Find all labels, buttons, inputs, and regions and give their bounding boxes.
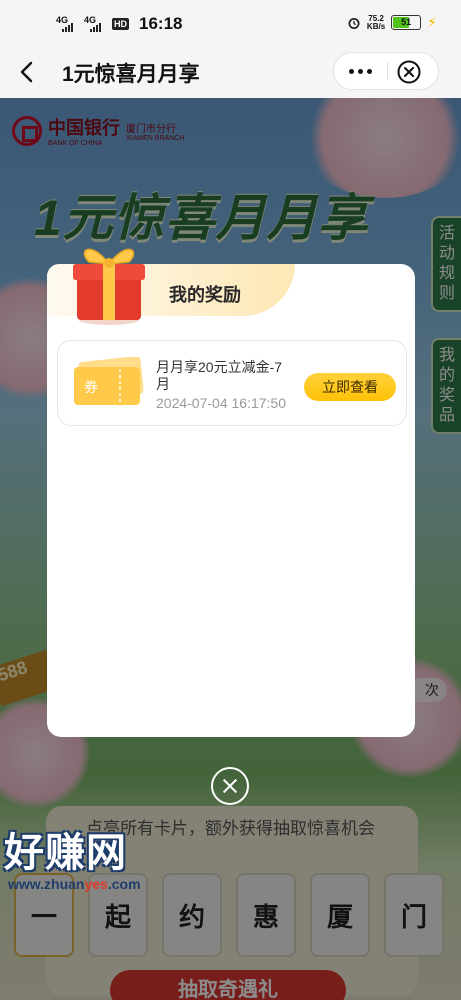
close-circle-icon[interactable] <box>396 59 422 85</box>
signal-icon-2: 4G <box>84 16 106 32</box>
svg-text:券: 券 <box>84 380 98 396</box>
net-speed: 75.2 KB/s <box>366 13 386 31</box>
nav-bar: 1元惊喜月月享 <box>0 46 461 98</box>
signal-icon: 4G <box>56 16 78 32</box>
battery-icon: 51 <box>391 15 422 30</box>
gift-box-icon <box>73 248 145 325</box>
more-dots-icon[interactable] <box>334 53 387 89</box>
back-arrow-icon[interactable] <box>14 57 40 87</box>
status-bar: 4G 4G HD 16:18 75.2 KB/s 51 ⚡ <box>0 0 461 46</box>
my-rewards-modal: 我的奖励 券 月月享20元立减金-7月 2024-07-04 16:17:50 … <box>47 248 415 737</box>
charging-icon: ⚡ <box>427 14 437 30</box>
coupon-ticket-icon: 券 <box>74 357 144 405</box>
modal-close-icon[interactable] <box>211 767 249 805</box>
site-watermark: 好赚网 www.zhuanyes.com <box>4 831 141 892</box>
view-now-button[interactable]: 立即查看 <box>304 373 396 401</box>
status-time: 16:18 <box>139 14 183 33</box>
page-title: 1元惊喜月月享 <box>62 63 200 86</box>
mini-program-capsule <box>333 52 439 90</box>
modal-title: 我的奖励 <box>169 285 241 305</box>
reward-item: 券 月月享20元立减金-7月 2024-07-04 16:17:50 立即查看 <box>57 340 407 426</box>
alarm-icon <box>348 17 360 29</box>
reward-title: 月月享20元立减金-7月 <box>156 359 283 392</box>
hd-badge: HD <box>112 18 129 30</box>
reward-time: 2024-07-04 16:17:50 <box>156 395 286 411</box>
